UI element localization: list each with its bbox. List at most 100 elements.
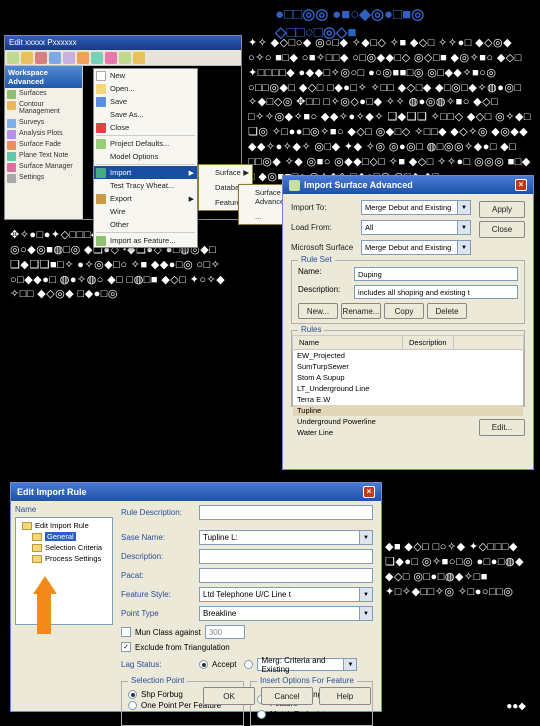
close-icon[interactable]: × xyxy=(515,179,527,191)
close-button[interactable]: Close xyxy=(479,221,525,238)
radio-accept[interactable]: Accept xyxy=(199,660,236,669)
field-description[interactable] xyxy=(199,549,373,564)
menu-item-defaults[interactable]: Project Defaults... xyxy=(94,137,197,150)
tree-node-general[interactable]: General xyxy=(45,532,76,541)
label-name: Name: xyxy=(298,267,354,281)
menu-item-saveas[interactable]: Save As... xyxy=(94,108,197,121)
col-name: Name xyxy=(293,336,403,349)
label-sase-name: Sase Name: xyxy=(121,533,199,542)
tree-node-selection-criteria[interactable]: Selection Criteria xyxy=(45,543,102,552)
dropdown-merge[interactable]: Merg: Criteria and Existing▼ xyxy=(257,658,357,671)
sidebar-item[interactable]: Analysis Plots xyxy=(5,128,82,139)
label-ms-surface: Microsoft Surface xyxy=(291,243,361,252)
close-icon[interactable]: × xyxy=(363,486,375,498)
toolbar-icon[interactable] xyxy=(49,52,61,64)
toolbar-icon[interactable] xyxy=(21,52,33,64)
list-item[interactable]: Underground Powerline xyxy=(293,416,523,427)
label-description: Description: xyxy=(298,285,354,299)
group-rules: Rules Name Description EW_Projected SumT… xyxy=(291,330,525,407)
checkbox-mun-class[interactable]: Mun Class against300 xyxy=(121,625,373,639)
dialog-title-text: Edit Import Rule xyxy=(17,487,87,497)
ok-button[interactable]: OK xyxy=(203,687,255,705)
col-desc: Description xyxy=(403,336,454,349)
cancel-button[interactable]: Cancel xyxy=(261,687,313,705)
sidebar-item[interactable]: Settings xyxy=(5,172,82,183)
field-pacat[interactable] xyxy=(199,568,373,583)
toolbar-icon[interactable] xyxy=(7,52,19,64)
menu-item-close[interactable]: Close xyxy=(94,121,197,134)
toolbar-icon[interactable] xyxy=(119,52,131,64)
toolbar-icon[interactable] xyxy=(35,52,47,64)
checkbox-exclude-triangulation[interactable]: ✓Exclude from Triangulation xyxy=(121,642,373,652)
apply-button[interactable]: Apply xyxy=(479,201,525,218)
rename-button[interactable]: Rename... xyxy=(341,303,381,319)
dropdown-sase-name[interactable]: Tupline L:▼ xyxy=(199,530,373,545)
list-item[interactable]: Terra E.W xyxy=(293,394,523,405)
delete-button[interactable]: Delete xyxy=(427,303,467,319)
toolbar-icon[interactable] xyxy=(105,52,117,64)
label-import-to: Import To: xyxy=(291,203,361,212)
new-button[interactable]: New... xyxy=(298,303,338,319)
copy-button[interactable]: Copy xyxy=(384,303,424,319)
menu-item-wire[interactable]: Wire xyxy=(94,205,197,218)
help-button[interactable]: Help xyxy=(319,687,371,705)
radio-merge-criteria[interactable]: Merg: Criteria and Existing▼ xyxy=(244,658,357,671)
label-point-type: Point Type xyxy=(121,609,199,618)
toolbar xyxy=(5,50,241,66)
tree-node-process-settings[interactable]: Process Settings xyxy=(45,554,101,563)
task-header[interactable]: Workspace Advanced xyxy=(5,66,82,88)
sidebar-item[interactable]: Contour Management xyxy=(5,99,82,117)
label-pacat: Pacat: xyxy=(121,571,199,580)
group-label: Selection Point xyxy=(128,676,187,685)
menu-item-open[interactable]: Open... xyxy=(94,82,197,95)
dropdown-ms-surface[interactable]: Merge Debut and Existing▼ xyxy=(361,240,471,255)
dropdown-load-from[interactable]: All▼ xyxy=(361,220,471,235)
menu-item-new[interactable]: New xyxy=(94,69,197,82)
sidebar-item[interactable]: Surface Fade xyxy=(5,139,82,150)
list-item[interactable]: Tupline xyxy=(293,405,523,416)
submenu-surface[interactable]: Surface▶ xyxy=(199,165,252,180)
sidebar-item[interactable]: Surface Manager xyxy=(5,161,82,172)
sidebar-item[interactable]: Plane Text Note xyxy=(5,150,82,161)
rules-list[interactable]: EW_Projected SumTurpSewer Stom A Supup L… xyxy=(292,350,524,406)
dropdown-point-type[interactable]: Breakline▼ xyxy=(199,606,373,621)
paragraph-3: ◆■ ◆◇□ □○✧◆ ✦◇□□□◆ ❑◆●□ ◎✧■○□◎ ●□●□◍◆ ◆◇… xyxy=(385,540,532,599)
toolbar-icon[interactable] xyxy=(77,52,89,64)
label-lag-status: Lag Status: xyxy=(121,660,199,669)
list-item[interactable]: SumTurpSewer xyxy=(293,361,523,372)
menu-item-test[interactable]: Test Tracy Wheat... xyxy=(94,179,197,192)
field-mun-value[interactable]: 300 xyxy=(205,625,245,639)
field-name[interactable]: Duping xyxy=(354,267,518,281)
label-description: Description: xyxy=(121,552,199,561)
menu-item-export[interactable]: Export▶ xyxy=(94,192,197,205)
toolbar-icon[interactable] xyxy=(133,52,145,64)
label-name: Name xyxy=(15,505,113,514)
label-rule-desc: Rule Description: xyxy=(121,508,199,517)
field-rule-desc[interactable] xyxy=(199,505,373,520)
group-label: Insert Options For Feature xyxy=(257,676,357,685)
tree-view[interactable]: Edit Import Rule General Selection Crite… xyxy=(15,517,113,625)
list-item[interactable]: Water Line xyxy=(293,427,523,438)
menu-item-save[interactable]: Save xyxy=(94,95,197,108)
label-feat-style: Feature Style: xyxy=(121,590,199,599)
rules-header: Name Description xyxy=(292,335,524,350)
sidebar-item[interactable]: Surveys xyxy=(5,117,82,128)
dropdown-feat-style[interactable]: Ltd Telephone U/C Line t▼ xyxy=(199,587,373,602)
sidebar-item[interactable]: Surfaces xyxy=(5,88,82,99)
menu-item-import[interactable]: Import▶ xyxy=(94,166,197,179)
list-item[interactable]: EW_Projected xyxy=(293,350,523,361)
dialog-edit-import-rule: Edit Import Rule × Name Edit Import Rule… xyxy=(10,482,382,712)
tree-root[interactable]: Edit Import Rule xyxy=(35,521,89,530)
dropdown-import-to[interactable]: Merge Debut and Existing▼ xyxy=(361,200,471,215)
toolbar-icon[interactable] xyxy=(91,52,103,64)
radio-match-endpoints[interactable]: Match Endpoints xyxy=(257,710,366,719)
dialog-title-text: Import Surface Advanced xyxy=(304,180,413,190)
toolbar-icon[interactable] xyxy=(63,52,75,64)
list-item[interactable]: LT_Underground Line xyxy=(293,383,523,394)
menu-item-other[interactable]: Other xyxy=(94,218,197,231)
field-description[interactable]: includes all shoping and existing t xyxy=(354,285,518,299)
group-label: Rule Set xyxy=(298,255,335,264)
menu-item-modelopts[interactable]: Model Options xyxy=(94,150,197,163)
menu-item-import-as-feature[interactable]: Import as Feature... xyxy=(94,234,197,247)
list-item[interactable]: Stom A Supup xyxy=(293,372,523,383)
